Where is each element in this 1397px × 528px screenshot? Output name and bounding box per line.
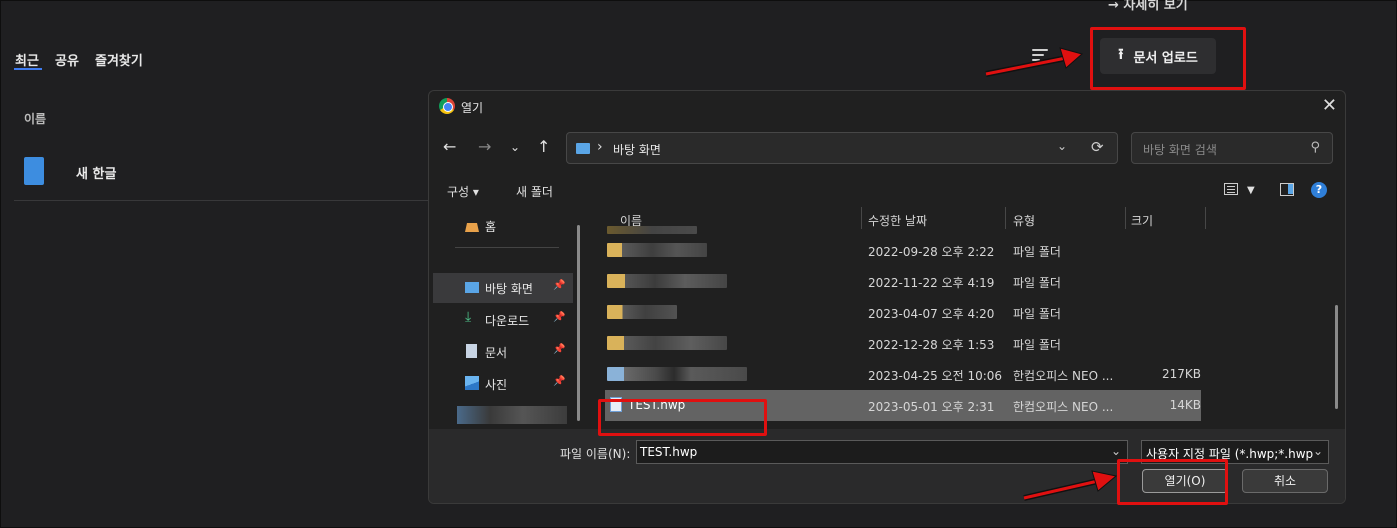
sidebar-item-desktop[interactable]: 바탕 화면 📌 <box>433 273 573 303</box>
view-chevron-down-icon[interactable]: ▼ <box>1247 185 1255 196</box>
filename-input[interactable]: TEST.hwp ⌄ <box>636 440 1128 464</box>
pin-icon: 📌 <box>553 312 566 323</box>
row-divider <box>14 200 434 201</box>
search-placeholder: 바탕 화면 검색 <box>1143 143 1217 157</box>
sidebar-item-label: 바탕 화면 <box>485 282 533 296</box>
document-name[interactable]: 새 한글 <box>76 163 116 182</box>
desktop-icon <box>465 282 479 293</box>
file-date: 2023-04-07 오후 4:20 <box>868 307 995 321</box>
sort-ascending-icon: ⌃ <box>733 207 741 210</box>
table-row[interactable]: 2023-04-25 오전 10:06 한컴오피스 NEO ... 217KB <box>605 359 1201 390</box>
download-icon: ⤓ <box>465 309 472 325</box>
search-icon: ⚲ <box>1310 140 1320 155</box>
hangul-document-icon <box>24 157 44 185</box>
up-arrow-icon[interactable]: ↑ <box>537 137 550 156</box>
column-header-name: 이름 <box>24 112 47 126</box>
file-date: 2023-05-01 오후 2:31 <box>868 400 995 414</box>
file-type: 파일 폴더 <box>1013 245 1061 259</box>
picture-icon <box>465 376 479 390</box>
file-type: 파일 폴더 <box>1013 276 1061 290</box>
sidebar-item-label: 다운로드 <box>485 314 530 328</box>
annotation-arrow-upload <box>985 47 1084 77</box>
chevron-down-icon[interactable]: ⌄ <box>1057 139 1067 153</box>
dialog-titlebar: 열기 ✕ <box>429 91 1345 123</box>
desktop-icon <box>576 143 590 154</box>
sidebar-item-documents[interactable]: 문서 📌 <box>429 337 569 367</box>
file-date: 2022-12-28 오후 1:53 <box>868 338 995 352</box>
file-date: 2023-04-25 오전 10:06 <box>868 369 1003 383</box>
chevron-down-icon[interactable]: ⌄ <box>1111 444 1121 458</box>
new-folder-button[interactable]: 새 폴더 <box>516 183 553 200</box>
blurred-filename <box>607 305 677 319</box>
pin-icon: 📌 <box>553 344 566 355</box>
dialog-toolbar: 구성 ▾ 새 폴더 ▼ ? <box>429 177 1345 207</box>
file-size: 14KB <box>1169 398 1201 412</box>
chevron-down-icon[interactable]: ⌄ <box>1312 444 1323 458</box>
tab-favorites[interactable]: 즐겨찾기 <box>95 50 143 69</box>
annotation-arrow-open <box>1023 470 1118 501</box>
help-icon[interactable]: ? <box>1311 182 1327 198</box>
filename-label: 파일 이름(N): <box>560 447 631 461</box>
cancel-button[interactable]: 취소 <box>1242 469 1328 493</box>
close-icon[interactable]: ✕ <box>1322 95 1337 116</box>
table-row[interactable]: 2023-04-07 오후 4:20 파일 폴더 <box>605 297 1201 328</box>
blurred-filename <box>607 226 697 234</box>
pin-icon: 📌 <box>553 376 566 387</box>
blurred-filename <box>607 243 707 257</box>
file-type: 파일 폴더 <box>1013 307 1061 321</box>
view-options-icon[interactable] <box>1224 183 1238 195</box>
forward-arrow-icon[interactable]: → <box>478 137 491 156</box>
file-type: 파일 폴더 <box>1013 338 1061 352</box>
file-type: 한컴오피스 NEO ... <box>1013 400 1114 414</box>
file-type: 한컴오피스 NEO ... <box>1013 369 1114 383</box>
active-tab-indicator <box>14 68 42 70</box>
dialog-title: 열기 <box>461 101 484 115</box>
back-arrow-icon[interactable]: ← <box>443 137 456 156</box>
sidebar-item-label: 사진 <box>485 378 508 392</box>
more-link[interactable]: → 자세히 보기 <box>1108 0 1188 13</box>
sidebar-item-label: 문서 <box>485 346 508 360</box>
sidebar-item-blurred[interactable] <box>429 401 569 431</box>
sidebar-item-downloads[interactable]: ⤓ 다운로드 📌 <box>429 305 569 335</box>
file-date: 2022-09-28 오후 2:22 <box>868 245 995 259</box>
column-divider <box>1205 207 1206 229</box>
file-date: 2022-11-22 오후 4:19 <box>868 276 995 290</box>
path-separator: › <box>597 139 603 155</box>
highlight-open-box <box>1117 459 1228 505</box>
file-list-scrollbar[interactable] <box>1335 305 1338 409</box>
organize-button[interactable]: 구성 ▾ <box>447 183 479 200</box>
navigation-pane: 홈 바탕 화면 📌 ⤓ 다운로드 📌 문서 📌 사진 📌 <box>429 209 579 429</box>
tab-shared[interactable]: 공유 <box>55 50 79 69</box>
file-list: 이름 ⌃ 수정한 날짜 유형 크기 2022-09-28 오후 2:22 파일 … <box>589 207 1345 429</box>
blurred-filename <box>607 274 727 288</box>
table-row[interactable]: 2022-12-28 오후 1:53 파일 폴더 <box>605 328 1201 359</box>
sidebar-item-label: 홈 <box>485 220 497 234</box>
blurred-filename <box>607 336 727 350</box>
blurred-filename <box>607 367 747 381</box>
recent-locations-icon[interactable]: ⌄ <box>510 140 520 154</box>
sidebar-item-home[interactable]: 홈 <box>429 211 569 241</box>
address-bar[interactable]: › 바탕 화면 ⌄ ⟳ <box>566 132 1118 164</box>
document-icon <box>466 344 477 358</box>
preview-pane-icon[interactable] <box>1280 183 1294 196</box>
address-path: 바탕 화면 <box>613 143 661 157</box>
search-box[interactable]: 바탕 화면 검색 ⚲ <box>1131 132 1333 164</box>
tab-recent[interactable]: 최근 <box>15 50 39 69</box>
sidebar-item-pictures[interactable]: 사진 📌 <box>429 369 569 399</box>
pin-icon: 📌 <box>553 280 566 291</box>
blurred-icon <box>457 406 567 424</box>
highlight-file-box <box>598 399 767 436</box>
home-icon <box>465 223 479 232</box>
sidebar-scrollbar[interactable] <box>577 225 580 421</box>
highlight-upload-box <box>1090 27 1246 90</box>
open-file-dialog: 열기 ✕ ← → ⌄ ↑ › 바탕 화면 ⌄ ⟳ 바탕 화면 검색 ⚲ 구성 ▾… <box>428 90 1346 504</box>
table-row[interactable]: 2022-11-22 오후 4:19 파일 폴더 <box>605 266 1201 297</box>
sidebar-divider <box>455 247 559 248</box>
filename-value: TEST.hwp <box>640 445 698 459</box>
refresh-icon[interactable]: ⟳ <box>1091 138 1104 156</box>
table-row[interactable]: 2022-09-28 오후 2:22 파일 폴더 <box>605 235 1201 266</box>
chrome-icon <box>439 98 455 114</box>
file-size: 217KB <box>1161 367 1201 381</box>
